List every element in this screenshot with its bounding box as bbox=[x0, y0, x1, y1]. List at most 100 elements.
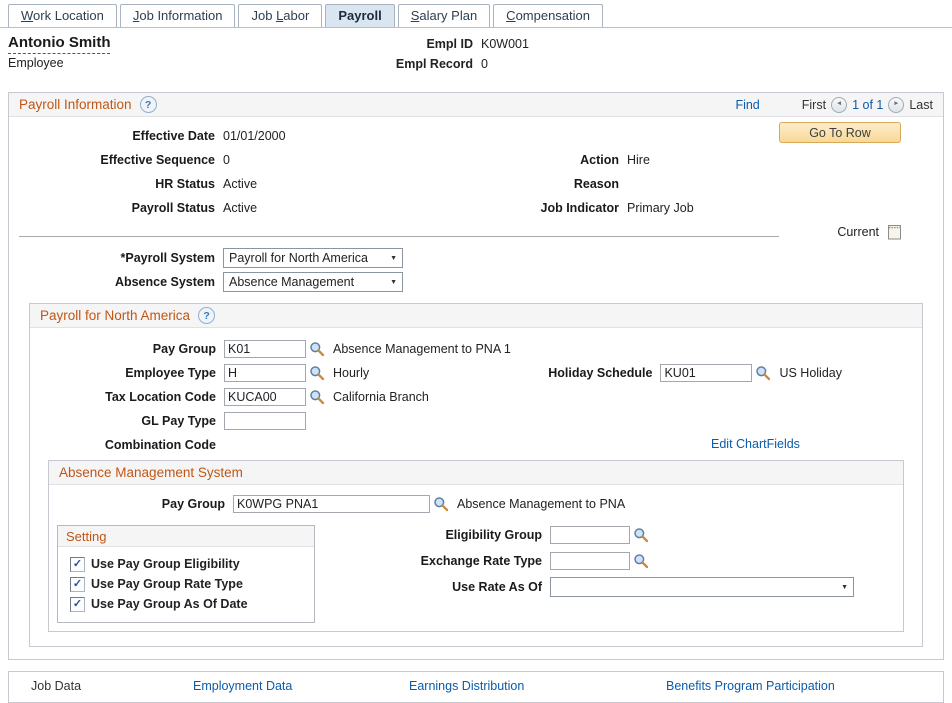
checkbox-use-pay-group-as-of-date[interactable]: ✓ Use Pay Group As Of Date bbox=[70, 594, 306, 614]
checkbox-use-pay-group-rate-type[interactable]: ✓ Use Pay Group Rate Type bbox=[70, 574, 306, 594]
effective-sequence-label: Effective Sequence bbox=[19, 153, 215, 167]
gl-pay-type-label: GL Pay Type bbox=[38, 414, 216, 428]
absence-system-select[interactable]: Absence Management ▼ bbox=[223, 272, 403, 292]
previous-row-icon[interactable]: ◄ bbox=[831, 97, 847, 113]
help-icon[interactable]: ? bbox=[140, 96, 157, 113]
tax-location-code-input[interactable] bbox=[224, 388, 306, 406]
section-title: Setting bbox=[66, 529, 106, 544]
pay-group-label: Pay Group bbox=[38, 342, 216, 356]
tab-compensation[interactable]: Compensation bbox=[493, 4, 603, 27]
absence-management-system-section: Absence Management System Pay Group Abse… bbox=[48, 460, 904, 632]
checkbox-checked-icon: ✓ bbox=[70, 577, 85, 592]
dropdown-arrow-icon: ▼ bbox=[390, 279, 397, 286]
next-row-icon[interactable]: ► bbox=[888, 97, 904, 113]
absence-system-label: Absence System bbox=[19, 275, 215, 289]
gl-pay-type-input[interactable] bbox=[224, 412, 306, 430]
footer-employment-data-link[interactable]: Employment Data bbox=[193, 672, 292, 701]
exchange-rate-type-label: Exchange Rate Type bbox=[392, 554, 542, 568]
row-count: 1 of 1 bbox=[852, 98, 883, 112]
lookup-icon[interactable] bbox=[433, 496, 449, 512]
empl-record-value: 0 bbox=[481, 57, 488, 71]
find-link[interactable]: Find bbox=[735, 98, 759, 112]
payroll-system-label: *Payroll System bbox=[19, 251, 215, 265]
employee-type-label: Employee Type bbox=[38, 366, 216, 380]
tab-bar: Work Location Job Information Job Labor … bbox=[0, 0, 952, 28]
tab-work-location[interactable]: Work Location bbox=[8, 4, 117, 27]
job-data-page: Work Location Job Information Job Labor … bbox=[0, 0, 952, 667]
ams-right-fields: Eligibility Group Exchange Rate Type bbox=[392, 525, 895, 623]
current-document-icon[interactable] bbox=[888, 223, 901, 240]
lookup-icon[interactable] bbox=[309, 365, 325, 381]
ams-pay-group-label: Pay Group bbox=[57, 497, 225, 511]
effective-sequence-value: 0 bbox=[223, 153, 230, 167]
ams-pay-group-description: Absence Management to PNA bbox=[457, 497, 625, 511]
lookup-icon[interactable] bbox=[309, 341, 325, 357]
job-indicator-value: Primary Job bbox=[627, 201, 694, 215]
employee-type-input[interactable] bbox=[224, 364, 306, 382]
ams-pay-group-input[interactable] bbox=[233, 495, 430, 513]
tab-payroll[interactable]: Payroll bbox=[325, 4, 394, 27]
checkbox-checked-icon: ✓ bbox=[70, 557, 85, 572]
last-label: Last bbox=[909, 98, 933, 112]
hr-status-label: HR Status bbox=[19, 177, 215, 191]
footer-links: Job Data Employment Data Earnings Distri… bbox=[8, 671, 944, 703]
payroll-status-label: Payroll Status bbox=[19, 201, 215, 215]
current-label: Current bbox=[837, 225, 879, 239]
dropdown-arrow-icon: ▼ bbox=[390, 255, 397, 262]
effective-date-value: 01/01/2000 bbox=[223, 129, 286, 143]
help-icon[interactable]: ? bbox=[198, 307, 215, 324]
tab-job-labor[interactable]: Job Labor bbox=[238, 4, 322, 27]
footer-benefits-program-participation-link[interactable]: Benefits Program Participation bbox=[666, 672, 835, 701]
combination-code-label: Combination Code bbox=[38, 438, 216, 452]
row-pager: First ◄ 1 of 1 ► Last bbox=[802, 97, 933, 113]
section-divider bbox=[19, 236, 779, 237]
empl-id-value: K0W001 bbox=[481, 37, 529, 51]
tax-location-code-label: Tax Location Code bbox=[38, 390, 216, 404]
checkbox-use-pay-group-eligibility[interactable]: ✓ Use Pay Group Eligibility bbox=[70, 554, 306, 574]
pay-group-description: Absence Management to PNA 1 bbox=[333, 342, 511, 356]
lookup-icon[interactable] bbox=[633, 553, 649, 569]
footer-earnings-distribution-link[interactable]: Earnings Distribution bbox=[409, 672, 524, 701]
effective-date-label: Effective Date bbox=[19, 129, 215, 143]
payroll-information-header: Payroll Information ? Find First ◄ 1 of … bbox=[9, 93, 943, 117]
employee-type-description: Hourly bbox=[333, 366, 369, 380]
use-rate-as-of-label: Use Rate As Of bbox=[392, 580, 542, 594]
empl-ids: Empl IDK0W001 Empl Record0 bbox=[358, 34, 578, 74]
lookup-icon[interactable] bbox=[755, 365, 771, 381]
payroll-information-body: Go To Row Effective Date 01/01/2000 Effe… bbox=[9, 117, 943, 659]
job-indicator-label: Job Indicator bbox=[489, 201, 619, 215]
setting-section: Setting ✓ Use Pay Group Eligibility bbox=[57, 525, 315, 623]
employee-name: Antonio Smith bbox=[8, 34, 110, 54]
go-to-row-button[interactable]: Go To Row bbox=[779, 122, 901, 143]
lookup-icon[interactable] bbox=[309, 389, 325, 405]
edit-chartfields-link[interactable]: Edit ChartFields bbox=[711, 437, 800, 451]
first-label: First bbox=[802, 98, 826, 112]
tab-salary-plan[interactable]: Salary Plan bbox=[398, 4, 490, 27]
lookup-icon[interactable] bbox=[633, 527, 649, 543]
hr-status-value: Active bbox=[223, 177, 257, 191]
footer-job-data: Job Data bbox=[31, 672, 81, 701]
tax-location-description: California Branch bbox=[333, 390, 429, 404]
checkbox-checked-icon: ✓ bbox=[70, 597, 85, 612]
exchange-rate-type-input[interactable] bbox=[550, 552, 630, 570]
dropdown-arrow-icon: ▼ bbox=[841, 584, 848, 591]
section-title: Payroll Information bbox=[19, 97, 132, 112]
empl-record-label: Empl Record bbox=[358, 57, 473, 71]
pay-group-input[interactable] bbox=[224, 340, 306, 358]
reason-label: Reason bbox=[489, 177, 619, 191]
payroll-status-value: Active bbox=[223, 201, 257, 215]
action-label: Action bbox=[489, 153, 619, 167]
holiday-schedule-input[interactable] bbox=[660, 364, 752, 382]
payroll-for-north-america-section: Payroll for North America ? Pay Group Ab… bbox=[29, 303, 923, 647]
holiday-schedule-description: US Holiday bbox=[779, 366, 842, 380]
tab-job-information[interactable]: Job Information bbox=[120, 4, 236, 27]
use-rate-as-of-select[interactable]: ▼ bbox=[550, 577, 854, 597]
action-value: Hire bbox=[627, 153, 650, 167]
payroll-information-section: Payroll Information ? Find First ◄ 1 of … bbox=[8, 92, 944, 660]
payroll-system-select[interactable]: Payroll for North America ▼ bbox=[223, 248, 403, 268]
section-title: Absence Management System bbox=[59, 465, 243, 480]
holiday-schedule-label: Holiday Schedule bbox=[548, 366, 652, 380]
identity-bar: Antonio Smith Employee Empl IDK0W001 Emp… bbox=[8, 34, 944, 84]
section-title: Payroll for North America bbox=[40, 308, 190, 323]
eligibility-group-input[interactable] bbox=[550, 526, 630, 544]
